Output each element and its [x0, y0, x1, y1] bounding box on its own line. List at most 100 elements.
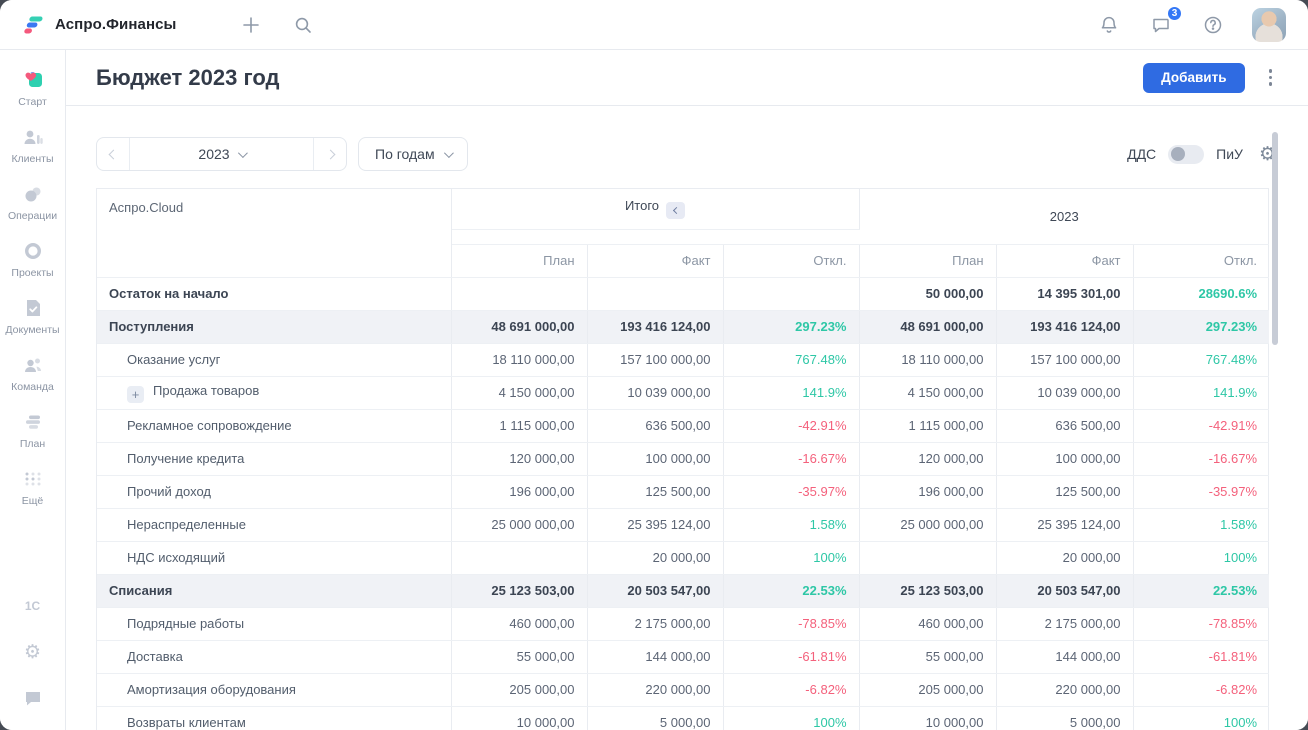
page-title: Бюджет 2023 год — [96, 65, 279, 91]
year-dropdown[interactable]: 2023 — [129, 138, 314, 170]
sidebar-item-more[interactable]: Ещё — [0, 459, 65, 516]
kebab-menu-icon[interactable] — [1263, 65, 1279, 90]
value-cell: 193 416 124,00 — [996, 310, 1133, 343]
table-row: Подрядные работы460 000,002 175 000,00-7… — [97, 607, 1269, 640]
settings-gear-icon[interactable]: ⚙ — [21, 640, 45, 664]
one-c-icon[interactable]: 1С — [21, 594, 45, 618]
sidebar-item-team[interactable]: Команда — [0, 345, 65, 402]
row-label[interactable]: Возвраты клиентам — [97, 706, 451, 730]
sidebar-item-label: Команда — [11, 381, 54, 393]
sidebar-item-projects[interactable]: Проекты — [0, 231, 65, 288]
deviation-cell: 297.23% — [723, 310, 859, 343]
sidebar-item-documents[interactable]: Документы — [0, 288, 65, 345]
piu-label: ПиУ — [1216, 146, 1243, 162]
deviation-cell: 141.9% — [723, 376, 859, 409]
value-cell: 460 000,00 — [859, 607, 996, 640]
sidebar-footer: 1С ⚙ — [21, 594, 45, 716]
sidebar-item-label: Документы — [5, 324, 59, 336]
deviation-cell: -61.81% — [1133, 640, 1269, 673]
table-row: Амортизация оборудования205 000,00220 00… — [97, 673, 1269, 706]
row-label[interactable]: Прочий доход — [97, 475, 451, 508]
expand-plus-icon[interactable]: + — [127, 386, 144, 403]
value-cell — [451, 277, 587, 310]
row-label[interactable]: Подрядные работы — [97, 607, 451, 640]
sidebar-item-plan[interactable]: План — [0, 402, 65, 459]
row-label[interactable]: Амортизация оборудования — [97, 673, 451, 706]
row-label[interactable]: +Продажа товаров — [97, 376, 451, 409]
brand[interactable]: Аспро.Финансы — [22, 13, 176, 37]
support-chat-icon[interactable] — [21, 686, 45, 710]
vertical-scrollbar[interactable] — [1272, 132, 1278, 345]
dds-piu-toggle[interactable] — [1168, 145, 1204, 164]
value-cell: 196 000,00 — [859, 475, 996, 508]
help-icon[interactable] — [1200, 12, 1226, 38]
sidebar-item-start[interactable]: Старт — [0, 60, 65, 117]
value-cell: 25 395 124,00 — [587, 508, 723, 541]
table-row: Списания25 123 503,0020 503 547,0022.53%… — [97, 574, 1269, 607]
col-header[interactable]: План — [451, 244, 587, 277]
deviation-cell: 767.48% — [723, 343, 859, 376]
chevron-down-icon — [444, 148, 454, 158]
value-cell: 10 039 000,00 — [587, 376, 723, 409]
operations-icon — [21, 182, 45, 206]
col-header[interactable]: Факт — [587, 244, 723, 277]
table-row: НДС исходящий20 000,00100%20 000,00100% — [97, 541, 1269, 574]
value-cell: 25 123 503,00 — [451, 574, 587, 607]
row-label[interactable]: Списания — [97, 574, 451, 607]
deviation-cell: 22.53% — [723, 574, 859, 607]
deviation-cell: -35.97% — [1133, 475, 1269, 508]
row-label[interactable]: Нераспределенные — [97, 508, 451, 541]
value-cell: 120 000,00 — [859, 442, 996, 475]
year-value: 2023 — [198, 146, 229, 162]
prev-period-button[interactable] — [97, 138, 129, 170]
sidebar-item-label: Проекты — [11, 267, 53, 279]
brand-name: Аспро.Финансы — [55, 16, 176, 33]
value-cell: 144 000,00 — [587, 640, 723, 673]
col-header[interactable]: Откл. — [723, 244, 859, 277]
value-cell: 636 500,00 — [996, 409, 1133, 442]
row-label[interactable]: НДС исходящий — [97, 541, 451, 574]
row-label[interactable]: Рекламное сопровождение — [97, 409, 451, 442]
table-corner-cell: Аспро.Cloud — [97, 189, 451, 277]
row-label[interactable]: Доставка — [97, 640, 451, 673]
sidebar-item-label: Клиенты — [11, 153, 53, 165]
table-row: Поступления48 691 000,00 193 416 124,00 29… — [97, 310, 1269, 343]
collapse-group-icon[interactable] — [666, 202, 685, 219]
deviation-cell: 1.58% — [1133, 508, 1269, 541]
value-cell: 2 175 000,00 — [996, 607, 1133, 640]
content: 2023 По годам ДДС ПиУ ⚙ — [66, 106, 1308, 730]
add-button[interactable]: Добавить — [1143, 63, 1244, 93]
deviation-cell: -42.91% — [1133, 409, 1269, 442]
avatar[interactable] — [1252, 8, 1286, 42]
chat-unread-badge: 3 — [1166, 5, 1183, 22]
value-cell: 2 175 000,00 — [587, 607, 723, 640]
dds-label: ДДС — [1127, 146, 1156, 162]
value-cell: 205 000,00 — [859, 673, 996, 706]
col-header[interactable]: Откл. — [1133, 244, 1269, 277]
create-icon[interactable] — [238, 12, 264, 38]
table-row: +Продажа товаров4 150 000,0010 039 000,0… — [97, 376, 1269, 409]
value-cell: 25 000 000,00 — [451, 508, 587, 541]
col-header[interactable]: Факт — [996, 244, 1133, 277]
sidebar-item-label: План — [20, 438, 45, 450]
group-subrow — [451, 229, 859, 244]
search-icon[interactable] — [290, 12, 316, 38]
row-label[interactable]: Получение кредита — [97, 442, 451, 475]
row-label[interactable]: Оказание услуг — [97, 343, 451, 376]
sidebar-item-operations[interactable]: Операции — [0, 174, 65, 231]
next-period-button[interactable] — [314, 138, 346, 170]
chat-icon[interactable]: 3 — [1148, 12, 1174, 38]
toolbar: 2023 По годам ДДС ПиУ ⚙ — [96, 137, 1308, 171]
col-header[interactable]: План — [859, 244, 996, 277]
row-label[interactable]: Поступления — [97, 310, 451, 343]
value-cell: 205 000,00 — [451, 673, 587, 706]
row-label[interactable]: Остаток на начало — [97, 277, 451, 310]
value-cell: 48 691 000,00 — [451, 310, 587, 343]
value-cell: 125 500,00 — [996, 475, 1133, 508]
value-cell: 50 000,00 — [859, 277, 996, 310]
value-cell: 100 000,00 — [587, 442, 723, 475]
notifications-bell-icon[interactable] — [1096, 12, 1122, 38]
sidebar-item-clients[interactable]: Клиенты — [0, 117, 65, 174]
view-mode-dropdown[interactable]: По годам — [358, 137, 468, 171]
value-cell — [723, 277, 859, 310]
